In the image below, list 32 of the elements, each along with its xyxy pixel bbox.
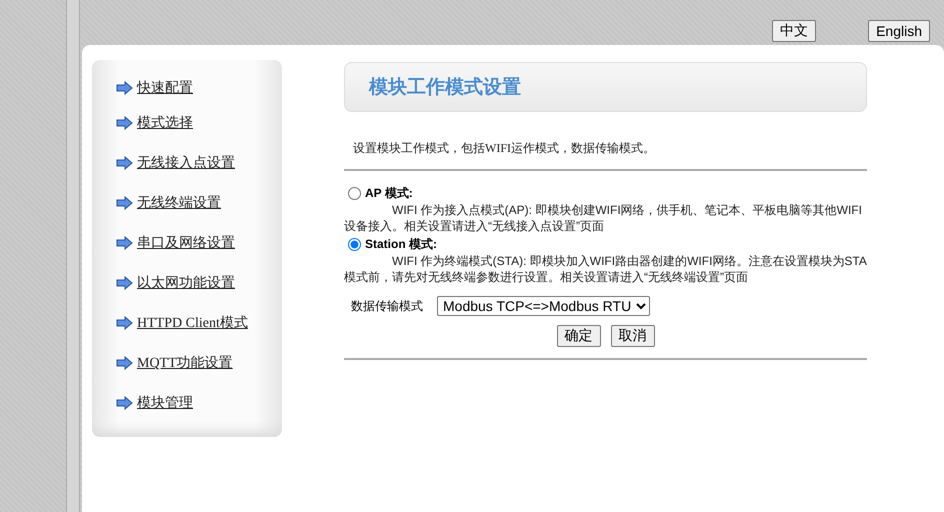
arrow-icon (116, 156, 133, 170)
form-button[interactable]: 确定 (556, 325, 600, 347)
language-button[interactable]: English (868, 20, 930, 42)
mode-description: WIFI 作为接入点模式(AP): 即模块创建WIFI网络，供手机、笔记本、平板电脑等其他WIFI设备接入。相关设置请进入“无线接入点设置”页面 (344, 202, 863, 234)
arrow-icon (116, 236, 133, 250)
sidebar-link[interactable]: HTTPD Client模式 (137, 314, 248, 332)
sidebar-link[interactable]: 无线终端设置 (137, 194, 221, 212)
arrow-icon (116, 196, 133, 210)
mode-radio[interactable] (348, 238, 361, 251)
sidebar-link[interactable]: MQTT功能设置 (137, 354, 233, 372)
arrow-icon (116, 116, 133, 130)
mode-label: AP 模式: (365, 185, 413, 202)
sidebar-link[interactable]: 快速配置 (137, 79, 193, 97)
mode-radio[interactable] (348, 187, 361, 200)
arrow-icon (116, 316, 133, 330)
sidebar-link[interactable]: 以太网功能设置 (137, 274, 235, 292)
mode-label: Station 模式: (365, 236, 437, 253)
arrow-icon (116, 276, 133, 290)
sidebar-link[interactable]: 串口及网络设置 (137, 234, 235, 252)
arrow-icon (116, 356, 133, 370)
mode-description: WIFI 作为终端模式(STA): 即模块加入WIFI路由器创建的WIFI网络。注意在设置模块为STA模式前，请先对无线终端参数进行设置。相关设置请进入“无线终端设置”页面 (344, 253, 867, 285)
arrow-icon (116, 396, 133, 410)
sidebar-link[interactable]: 模式选择 (137, 114, 193, 132)
arrow-icon (116, 81, 133, 95)
sidebar-link[interactable]: 无线接入点设置 (137, 154, 235, 172)
form-button[interactable]: 取消 (610, 325, 654, 347)
page-title: 模块工作模式设置 (369, 76, 521, 100)
sidebar-link[interactable]: 模块管理 (137, 394, 193, 412)
field-label: 数据传输模式 (351, 298, 423, 314)
language-button[interactable]: 中文 (772, 20, 816, 42)
transfer-mode-select[interactable]: Modbus TCP<=>Modbus RTU (437, 296, 650, 316)
intro-text: 设置模块工作模式，包括WIFI运作模式，数据传输模式。 (353, 140, 656, 157)
